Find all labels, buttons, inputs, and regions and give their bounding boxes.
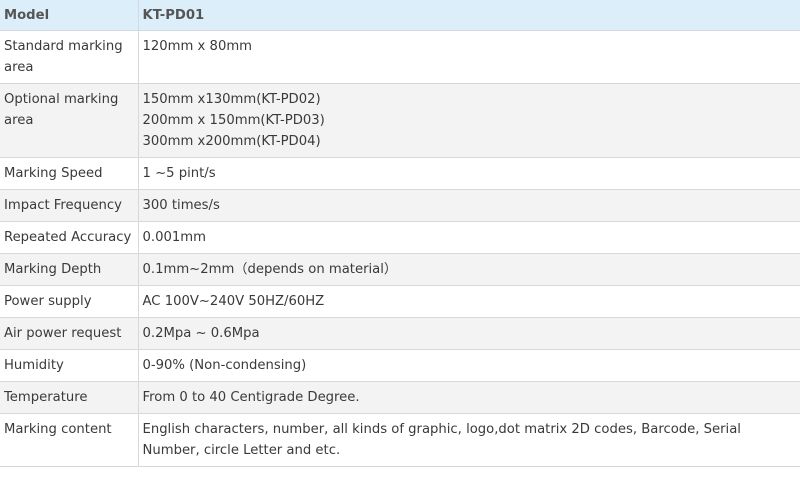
row-value: 120mm x 80mm bbox=[137, 30, 800, 84]
value-line: 0-90% (Non-condensing) bbox=[142, 358, 307, 373]
value-line: 300 times/s bbox=[142, 198, 220, 213]
table-row-standard-marking-area: Standard marking area 120mm x 80mm bbox=[0, 30, 800, 84]
row-label: Repeated Accuracy bbox=[0, 221, 138, 254]
row-value: 300 times/s bbox=[137, 189, 800, 222]
table-row-impact-frequency: Impact Frequency 300 times/s bbox=[0, 189, 800, 222]
row-label: Marking Depth bbox=[0, 253, 138, 286]
row-label: Impact Frequency bbox=[0, 189, 138, 222]
row-value: 0.2Mpa ~ 0.6Mpa bbox=[137, 317, 800, 350]
row-value: 1 ~5 pint/s bbox=[137, 157, 800, 190]
table-row-marking-depth: Marking Depth 0.1mm~2mm（depends on mater… bbox=[0, 253, 800, 286]
row-label: Air power request bbox=[0, 317, 138, 350]
row-label: Temperature bbox=[0, 381, 138, 414]
value-line: 0.1mm~2mm（depends on material） bbox=[142, 262, 398, 277]
row-label: Humidity bbox=[0, 349, 138, 382]
row-value: 150mm x130mm(KT-PD02) 200mm x 150mm(KT-P… bbox=[137, 83, 800, 158]
value-line: 120mm x 80mm bbox=[142, 39, 253, 54]
row-value: 0.1mm~2mm（depends on material） bbox=[137, 253, 800, 286]
value-line: 200mm x 150mm(KT-PD03) bbox=[142, 113, 325, 128]
value-line: English characters, number, all kinds of… bbox=[142, 422, 741, 458]
table-row-air-power-request: Air power request 0.2Mpa ~ 0.6Mpa bbox=[0, 317, 800, 350]
spec-table: Model KT-PD01 Standard marking area 120m… bbox=[0, 0, 800, 467]
value-line: 150mm x130mm(KT-PD02) bbox=[142, 92, 321, 107]
row-value: 0.001mm bbox=[137, 221, 800, 254]
value-line: 300mm x200mm(KT-PD04) bbox=[142, 134, 321, 149]
row-label: Marking content bbox=[0, 413, 138, 467]
row-value: From 0 to 40 Centigrade Degree. bbox=[137, 381, 800, 414]
row-value: 0-90% (Non-condensing) bbox=[137, 349, 800, 382]
table-row-repeated-accuracy: Repeated Accuracy 0.001mm bbox=[0, 221, 800, 254]
row-label: Power supply bbox=[0, 285, 138, 318]
row-value: English characters, number, all kinds of… bbox=[137, 413, 800, 467]
header-value: KT-PD01 bbox=[137, 0, 800, 31]
value-line: AC 100V~240V 50HZ/60HZ bbox=[142, 294, 325, 309]
value-line: From 0 to 40 Centigrade Degree. bbox=[142, 390, 360, 405]
value-line: 1 ~5 pint/s bbox=[142, 166, 216, 181]
row-label: Optional marking area bbox=[0, 83, 138, 158]
value-line: 0.2Mpa ~ 0.6Mpa bbox=[142, 326, 260, 341]
row-value: AC 100V~240V 50HZ/60HZ bbox=[137, 285, 800, 318]
table-row-optional-marking-area: Optional marking area 150mm x130mm(KT-PD… bbox=[0, 83, 800, 158]
row-label: Marking Speed bbox=[0, 157, 138, 190]
table-row-humidity: Humidity 0-90% (Non-condensing) bbox=[0, 349, 800, 382]
header-label: Model bbox=[0, 0, 138, 31]
header-row: Model KT-PD01 bbox=[0, 0, 800, 31]
table-row-marking-content: Marking content English characters, numb… bbox=[0, 413, 800, 467]
table-row-power-supply: Power supply AC 100V~240V 50HZ/60HZ bbox=[0, 285, 800, 318]
value-line: 0.001mm bbox=[142, 230, 206, 245]
table-row-temperature: Temperature From 0 to 40 Centigrade Degr… bbox=[0, 381, 800, 414]
row-label: Standard marking area bbox=[0, 30, 138, 84]
table-row-marking-speed: Marking Speed 1 ~5 pint/s bbox=[0, 157, 800, 190]
